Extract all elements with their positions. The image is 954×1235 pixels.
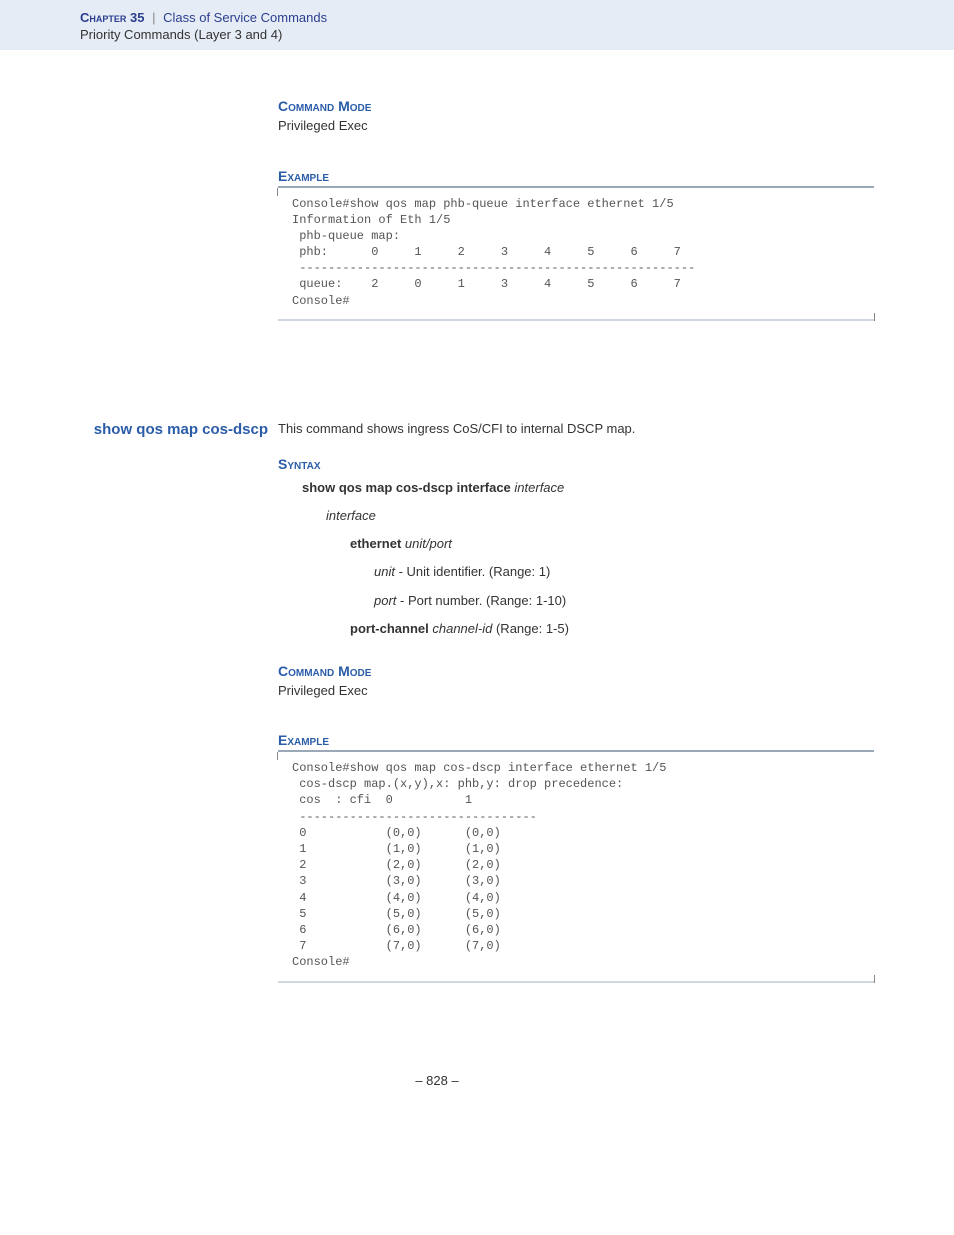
param-ethernet: ethernet unit/port (350, 532, 874, 556)
command-title: show qos map cos-dscp (0, 419, 268, 440)
ethernet-bold: ethernet (350, 536, 401, 551)
command-mode-label-2: Command Mode (278, 663, 874, 679)
param-portchannel: port-channel channel-id (Range: 1-5) (350, 617, 874, 641)
chapter-line: Chapter 35 | Class of Service Commands (80, 10, 954, 25)
example-label: Example (278, 168, 874, 184)
block-cos-dscp: show qos map cos-dscp This command shows… (0, 419, 874, 1013)
param-interface: interface (326, 504, 874, 528)
portchannel-bold: port-channel (350, 621, 429, 636)
divider: | (152, 10, 155, 25)
unit-label: unit (374, 564, 395, 579)
chapter-number: Chapter 35 (80, 10, 144, 25)
command-intro: This command shows ingress CoS/CFI to in… (278, 419, 874, 439)
syntax-arg: interface (514, 480, 564, 495)
page-number: – 828 – (0, 1073, 874, 1088)
unit-desc: - Unit identifier. (Range: 1) (395, 564, 550, 579)
ethernet-args: unit/port (405, 536, 452, 551)
content: Command Mode Privileged Exec Example Con… (0, 50, 954, 1118)
command-mode-label: Command Mode (278, 98, 874, 114)
block-cmdmode-1: Command Mode Privileged Exec Example Con… (0, 80, 874, 351)
param-unit: unit - Unit identifier. (Range: 1) (374, 560, 874, 584)
example-code-2: Console#show qos map cos-dscp interface … (278, 750, 874, 982)
example-label-2: Example (278, 732, 874, 748)
syntax-bold: show qos map cos-dscp interface (302, 480, 511, 495)
example-code-1: Console#show qos map phb-queue interface… (278, 186, 874, 321)
portchannel-range: (Range: 1-5) (492, 621, 569, 636)
section-title: Class of Service Commands (163, 10, 327, 25)
subsection-title: Priority Commands (Layer 3 and 4) (80, 27, 954, 42)
portchannel-arg: channel-id (432, 621, 492, 636)
syntax-label: Syntax (278, 456, 874, 472)
syntax-command: show qos map cos-dscp interface interfac… (302, 476, 874, 500)
command-mode-text: Privileged Exec (278, 116, 874, 136)
port-desc: - Port number. (Range: 1-10) (396, 593, 566, 608)
param-port: port - Port number. (Range: 1-10) (374, 589, 874, 613)
page-header: Chapter 35 | Class of Service Commands P… (0, 0, 954, 50)
port-label: port (374, 593, 396, 608)
command-mode-text-2: Privileged Exec (278, 681, 874, 701)
